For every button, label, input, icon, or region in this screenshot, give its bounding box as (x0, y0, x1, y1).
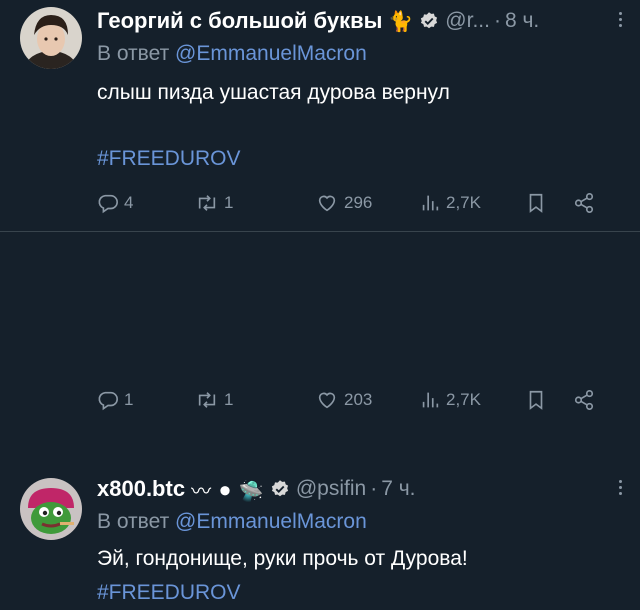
like-icon (318, 392, 336, 409)
reply-context: В ответ @EmmanuelMacron (97, 38, 622, 70)
reply-context: В ответ @EmmanuelMacron (97, 506, 622, 538)
reply-button[interactable]: 4 (97, 192, 195, 214)
like-count: 203 (344, 390, 373, 409)
hashtag[interactable]: #FREEDUROV (97, 142, 622, 176)
views-button[interactable]: 2,7K (419, 192, 525, 214)
tweet[interactable]: x800.btc 〰 ⚫ 🛸 @psifin · 7 ч. В ответ @E… (0, 232, 640, 604)
views-icon (422, 392, 439, 408)
verified-badge-icon (270, 479, 290, 499)
reply-prefix: В ответ (97, 510, 170, 533)
like-icon (318, 195, 336, 212)
views-button[interactable]: 2,7K (419, 389, 525, 411)
like-count: 296 (344, 193, 373, 212)
reply-count: 1 (124, 390, 134, 409)
share-button[interactable] (573, 389, 595, 411)
like-button[interactable]: 296 (315, 192, 419, 214)
views-count: 2,7K (446, 193, 481, 212)
author-emoji: 🐈 (388, 10, 414, 33)
bookmark-icon (529, 390, 543, 410)
share-icon (574, 193, 594, 213)
avatar[interactable] (20, 7, 82, 69)
action-bar: 4 1 296 2,7K (97, 186, 611, 220)
bookmark-button[interactable] (525, 192, 573, 214)
reply-mention[interactable]: @EmmanuelMacron (175, 510, 367, 533)
reply-count: 4 (124, 193, 134, 212)
tweet-text: Эй, гондонище, руки прочь от Дурова! (97, 547, 468, 570)
reply-icon (98, 194, 118, 214)
reply-mention[interactable]: @EmmanuelMacron (175, 42, 367, 65)
verified-badge-icon (419, 11, 439, 31)
separator-dot: · (493, 9, 501, 32)
views-icon (422, 195, 439, 211)
tweet[interactable]: Георгий с большой буквы 🐈 @r... · 8 ч. В… (0, 0, 640, 232)
author-name[interactable]: x800.btc (97, 476, 185, 502)
tweet-header: x800.btc 〰 ⚫ 🛸 @psifin · 7 ч. (97, 472, 622, 506)
reply-icon (98, 391, 118, 411)
author-handle[interactable]: @psifin (296, 477, 366, 501)
retweet-count: 1 (224, 390, 234, 409)
like-button[interactable]: 203 (315, 389, 419, 411)
share-button[interactable] (573, 192, 595, 214)
timestamp[interactable]: 7 ч. (381, 477, 415, 501)
retweet-button[interactable]: 1 (195, 389, 315, 411)
tweet-text: слыш пизда ушастая дурова вернул (97, 81, 450, 104)
author-name[interactable]: Георгий с большой буквы (97, 8, 382, 34)
separator-dot: · (370, 477, 378, 500)
bookmark-button[interactable] (525, 389, 573, 411)
retweet-icon (198, 195, 216, 211)
more-icon[interactable] (619, 480, 622, 495)
reply-prefix: В ответ (97, 42, 170, 65)
author-emoji: 〰 ⚫ 🛸 (191, 480, 264, 503)
timestamp[interactable]: 8 ч. (505, 9, 539, 33)
hashtag[interactable]: #FREEDUROV (97, 576, 622, 610)
share-icon (574, 390, 594, 410)
reply-button[interactable]: 1 (97, 389, 195, 411)
avatar[interactable] (20, 478, 82, 540)
retweet-icon (198, 392, 216, 408)
bookmark-icon (529, 193, 543, 213)
author-handle[interactable]: @r... (445, 9, 490, 33)
views-count: 2,7K (446, 390, 481, 409)
tweet-header: Георгий с большой буквы 🐈 @r... · 8 ч. (97, 4, 622, 38)
retweet-count: 1 (224, 193, 234, 212)
action-bar: 1 1 203 2,7K (97, 383, 611, 417)
more-icon[interactable] (619, 12, 622, 27)
retweet-button[interactable]: 1 (195, 192, 315, 214)
